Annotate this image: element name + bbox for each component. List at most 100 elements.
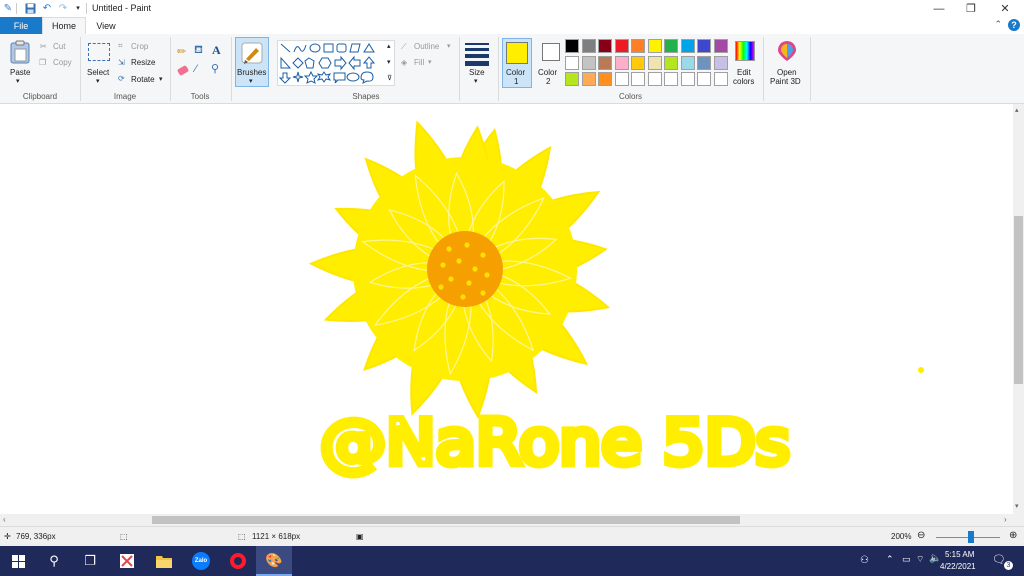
select-icon[interactable] bbox=[88, 43, 110, 61]
fill-icon[interactable]: ◈ bbox=[401, 58, 407, 67]
paste-button[interactable]: Paste bbox=[10, 68, 30, 77]
eraser-icon[interactable] bbox=[176, 64, 190, 77]
scroll-down-icon[interactable]: ▾ bbox=[1015, 502, 1019, 510]
brushes-dropdown-icon[interactable]: ▾ bbox=[249, 77, 253, 85]
palette-swatch[interactable] bbox=[713, 72, 728, 86]
size-icon[interactable] bbox=[465, 43, 489, 66]
palette-swatch[interactable] bbox=[565, 55, 579, 70]
palette-swatch[interactable] bbox=[713, 55, 728, 70]
cut-button[interactable]: Cut bbox=[53, 42, 65, 51]
palette-swatch[interactable] bbox=[565, 39, 579, 53]
show-hidden-icons-icon[interactable]: ⌃ bbox=[886, 554, 894, 565]
rotate-dropdown-icon[interactable]: ▾ bbox=[159, 75, 163, 83]
cut-icon[interactable]: ✂ bbox=[40, 42, 47, 51]
crop-button[interactable]: Crop bbox=[131, 42, 148, 51]
select-button[interactable]: Select bbox=[87, 68, 109, 77]
palette-swatch[interactable] bbox=[581, 39, 596, 53]
palette-swatch[interactable] bbox=[664, 39, 678, 53]
shapes-scroll-up-icon[interactable]: ▴ bbox=[387, 42, 391, 50]
paint3d-button[interactable]: Open bbox=[777, 68, 797, 77]
search-icon[interactable]: ⚲ bbox=[44, 551, 64, 571]
fill-dropdown-icon[interactable]: ▾ bbox=[428, 58, 432, 66]
palette-swatch[interactable] bbox=[614, 72, 629, 86]
scroll-up-icon[interactable]: ▴ bbox=[1015, 106, 1019, 114]
rotate-icon[interactable]: ⟳ bbox=[118, 74, 125, 83]
horizontal-scroll-thumb[interactable] bbox=[152, 516, 740, 524]
resize-button[interactable]: Resize bbox=[131, 58, 155, 67]
scroll-right-icon[interactable]: › bbox=[1004, 515, 1007, 524]
edit-colors-icon[interactable] bbox=[735, 41, 755, 61]
close-button[interactable]: ✕ bbox=[988, 0, 1022, 17]
shapes-gallery[interactable] bbox=[277, 40, 395, 86]
outline-button[interactable]: Outline bbox=[414, 42, 439, 51]
paint-app-icon[interactable]: ✎ bbox=[2, 2, 14, 14]
drawing-canvas[interactable]: @NaRone 5Ds bbox=[0, 104, 1013, 514]
task-view-icon[interactable]: ❐ bbox=[80, 551, 100, 571]
outline-dropdown-icon[interactable]: ▾ bbox=[447, 42, 451, 50]
undo-icon[interactable]: ↶ bbox=[41, 2, 53, 14]
zoom-slider-thumb[interactable] bbox=[968, 531, 975, 543]
clock-time[interactable]: 5:15 AM bbox=[945, 550, 974, 559]
palette-swatch[interactable] bbox=[697, 39, 711, 53]
size-button[interactable]: Size bbox=[469, 68, 485, 77]
paste-dropdown-icon[interactable]: ▾ bbox=[16, 77, 20, 85]
palette-swatch[interactable] bbox=[598, 72, 612, 86]
battery-icon[interactable]: ▭ bbox=[902, 554, 911, 565]
vertical-scroll-thumb[interactable] bbox=[1014, 216, 1023, 384]
crop-icon[interactable]: ⌗ bbox=[118, 41, 123, 51]
tab-file[interactable]: File bbox=[0, 17, 42, 34]
palette-swatch[interactable] bbox=[680, 72, 695, 86]
palette-swatch[interactable] bbox=[631, 39, 645, 53]
fill-bucket-icon[interactable]: ⛾ bbox=[194, 44, 203, 58]
start-windows-icon[interactable] bbox=[8, 551, 28, 571]
zalo-icon[interactable]: Zalo bbox=[191, 551, 211, 571]
minimize-button[interactable]: — bbox=[922, 0, 956, 17]
edit-colors-button[interactable]: Edit bbox=[737, 68, 751, 77]
maximize-button[interactable]: ❐ bbox=[954, 0, 988, 17]
network-icon[interactable]: ⌔ bbox=[916, 554, 924, 565]
help-icon[interactable]: ? bbox=[1008, 19, 1020, 31]
palette-swatch[interactable] bbox=[598, 39, 612, 53]
collapse-ribbon-icon[interactable]: ⌃ bbox=[994, 19, 1002, 30]
palette-swatch[interactable] bbox=[680, 55, 695, 70]
magnifier-icon[interactable]: ⚲ bbox=[211, 62, 219, 75]
size-dropdown-icon[interactable]: ▾ bbox=[474, 77, 478, 85]
palette-swatch[interactable] bbox=[631, 55, 645, 70]
opera-icon[interactable] bbox=[228, 551, 248, 571]
palette-swatch[interactable] bbox=[713, 39, 728, 53]
paste-icon[interactable] bbox=[10, 40, 30, 66]
copy-button[interactable]: Copy bbox=[53, 58, 72, 67]
paint-taskbar-button[interactable]: 🎨 bbox=[256, 546, 292, 576]
paint3d-icon[interactable] bbox=[777, 40, 797, 64]
clock-date[interactable]: 4/22/2021 bbox=[940, 562, 976, 571]
color-picker-icon[interactable]: ⁄ bbox=[195, 63, 197, 75]
palette-swatch[interactable] bbox=[697, 55, 711, 70]
scroll-left-icon[interactable]: ‹ bbox=[3, 515, 6, 524]
text-tool-icon[interactable]: A bbox=[212, 43, 221, 58]
pencil-icon[interactable]: ✏ bbox=[177, 45, 186, 58]
copy-icon[interactable]: ❐ bbox=[39, 58, 46, 67]
palette-swatch[interactable] bbox=[647, 39, 662, 53]
select-dropdown-icon[interactable]: ▾ bbox=[96, 77, 100, 85]
palette-swatch[interactable] bbox=[680, 39, 695, 53]
people-icon[interactable]: ⚇ bbox=[860, 555, 869, 566]
palette-swatch[interactable] bbox=[631, 72, 645, 86]
customize-qat-icon[interactable]: ▾ bbox=[72, 2, 84, 14]
fill-button[interactable]: Fill bbox=[414, 58, 424, 67]
canvas-workspace[interactable]: @NaRone 5Ds bbox=[0, 104, 1013, 514]
palette-swatch[interactable] bbox=[581, 55, 596, 70]
shapes-scroll-down-icon[interactable]: ▾ bbox=[387, 58, 391, 66]
resize-icon[interactable]: ⇲ bbox=[118, 58, 125, 67]
palette-swatch[interactable] bbox=[664, 55, 678, 70]
redo-icon[interactable]: ↷ bbox=[57, 2, 69, 14]
save-icon[interactable] bbox=[24, 2, 36, 14]
palette-swatch[interactable] bbox=[565, 72, 579, 86]
shapes-expand-icon[interactable]: ⊽ bbox=[387, 74, 392, 82]
palette-swatch[interactable] bbox=[664, 72, 678, 86]
tab-view[interactable]: View bbox=[88, 17, 124, 34]
palette-swatch[interactable] bbox=[614, 39, 629, 53]
outline-icon[interactable]: ⟋ bbox=[401, 42, 407, 52]
palette-swatch[interactable] bbox=[697, 72, 711, 86]
palette-swatch[interactable] bbox=[647, 72, 662, 86]
palette-swatch[interactable] bbox=[581, 72, 596, 86]
